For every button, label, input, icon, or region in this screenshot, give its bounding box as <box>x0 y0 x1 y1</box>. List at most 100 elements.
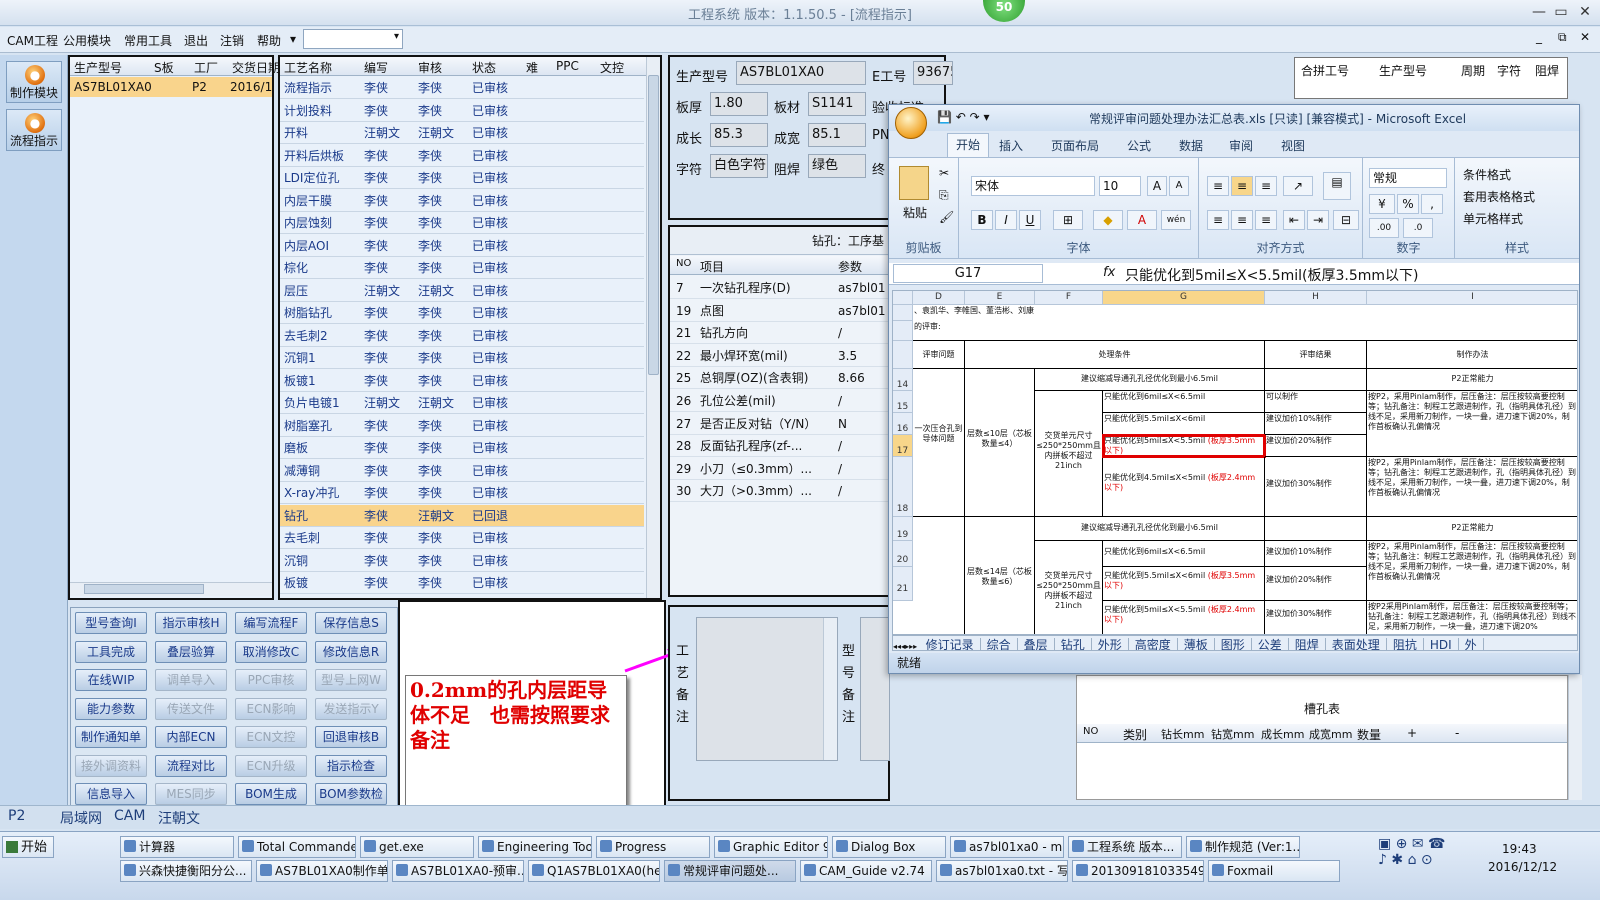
menu-common-tools[interactable]: 常用工具 <box>124 32 172 49</box>
function-button[interactable]: 编写流程F <box>235 612 307 634</box>
taskbar-button[interactable]: AS7BL01XA0-预审... <box>392 860 524 882</box>
sheet-tab[interactable]: 外形 <box>1091 638 1129 650</box>
taskbar-button[interactable]: as7bl01xa0 - mai... <box>950 836 1064 858</box>
function-button[interactable]: PPC审核 <box>235 669 307 691</box>
sheet-tab[interactable]: 阻焊 <box>1288 638 1326 650</box>
column-header[interactable]: G <box>1103 291 1265 305</box>
name-box[interactable]: G17 <box>893 264 1043 283</box>
taskbar-button[interactable]: AS7BL01XA0制作单... <box>256 860 388 882</box>
sheet-cell[interactable]: 只能优化到6mil≤X<6.5mil <box>1103 391 1265 413</box>
ribbon-tab[interactable]: 审阅 <box>1229 137 1253 154</box>
col-type[interactable]: 类别 <box>1123 726 1147 743</box>
menu-cam[interactable]: CAM工程 <box>7 32 58 49</box>
fx-icon[interactable]: fx <box>1103 265 1115 280</box>
horizontal-scrollbar[interactable] <box>70 582 272 596</box>
sheet-cell[interactable]: 评审结果 <box>1265 341 1367 369</box>
function-button[interactable]: 传送文件 <box>155 697 227 720</box>
table-row[interactable]: 内层AOI 李侠 李侠 已审核 <box>280 235 644 257</box>
ribbon-tab[interactable]: 公式 <box>1127 137 1151 154</box>
row-header[interactable] <box>893 341 913 369</box>
row-header[interactable]: 19 <box>893 517 913 541</box>
bold-button[interactable]: B <box>971 210 993 230</box>
table-row[interactable]: 去毛刺 李侠 李侠 已审核 <box>280 527 644 549</box>
italic-button[interactable]: I <box>995 210 1017 230</box>
align-center-icon[interactable]: ≡ <box>1231 210 1253 230</box>
select-all[interactable] <box>893 291 913 305</box>
field-width[interactable]: 85.1 <box>808 123 866 147</box>
col-model[interactable]: 生产型号 <box>74 59 122 76</box>
ribbon-tab[interactable]: 插入 <box>999 137 1023 154</box>
column-header[interactable]: H <box>1265 291 1367 305</box>
sheet-cell[interactable]: P2正常能力 <box>1367 517 1577 541</box>
table-format-button[interactable]: 套用表格格式 <box>1463 188 1535 205</box>
col-merge-no[interactable]: 合拼工号 <box>1301 62 1349 79</box>
table-row[interactable]: 29 小刀（≤0.3mm）... / <box>670 458 890 480</box>
field-e-number[interactable]: 936755 <box>913 61 953 85</box>
function-button[interactable]: 取消修改C <box>235 640 307 663</box>
table-row[interactable]: 去毛刺2 李侠 李侠 已审核 <box>280 325 644 347</box>
sheet-cell[interactable] <box>1265 369 1367 391</box>
sheet-tab[interactable]: 钻孔 <box>1054 638 1092 650</box>
col-final-width[interactable]: 成宽mm <box>1309 726 1352 742</box>
sheet-cell[interactable]: 只能优化到5mil≤X<5.5mil (板厚2.4mm以下) <box>1103 601 1265 634</box>
table-row[interactable]: 沉铜 李侠 李侠 已审核 <box>280 550 644 572</box>
function-button[interactable]: 型号上网W <box>315 669 387 691</box>
sheet-cell[interactable]: 建议加价30%制作 <box>1265 601 1367 634</box>
ribbon-tab[interactable]: 数据 <box>1179 137 1203 154</box>
nav-flow-instruction-button[interactable]: ● 流程指示 <box>6 109 62 151</box>
column-header[interactable]: D <box>913 291 965 305</box>
fill-color-icon[interactable]: ◆ <box>1093 210 1123 230</box>
function-button[interactable]: BOM参数检查 <box>315 783 387 821</box>
column-header[interactable]: I <box>1367 291 1577 305</box>
col-s-board[interactable]: S板 <box>154 59 174 76</box>
row-header[interactable]: 17 <box>893 435 913 457</box>
table-row[interactable]: 减薄铜 李侠 李侠 已审核 <box>280 460 644 482</box>
vertical-scrollbar[interactable] <box>646 57 660 598</box>
font-color-icon[interactable]: A <box>1127 210 1157 230</box>
function-button[interactable]: ECN文控 <box>235 726 307 748</box>
table-row[interactable]: 21 钻孔方向 / <box>670 322 890 345</box>
taskbar-button[interactable]: Engineering Tool... <box>478 836 592 858</box>
align-right-icon[interactable]: ≡ <box>1255 210 1277 230</box>
vertical-scrollbar[interactable] <box>1568 675 1582 800</box>
table-row[interactable]: 磨板 李侠 李侠 已审核 <box>280 437 644 459</box>
sheet-cell[interactable]: 建议缩减导通孔孔径优化到最小6.5mil <box>1035 369 1265 391</box>
col-final-length[interactable]: 成长mm <box>1261 726 1304 742</box>
border-icon[interactable]: ⊞ <box>1053 210 1083 230</box>
table-row[interactable]: 内层干膜 李侠 李侠 已审核 <box>280 190 644 212</box>
taskbar-button[interactable]: Dialog Box <box>832 836 946 858</box>
sheet-cell[interactable] <box>1265 517 1367 541</box>
column-header[interactable]: F <box>1035 291 1103 305</box>
minimize-button[interactable]: — <box>1528 4 1550 22</box>
taskbar-button[interactable]: Progress <box>596 836 710 858</box>
sheet-cell[interactable]: 按P2，采用Pinlam制作，层压备注：层压按较高要控制等；钻孔备注：制程工艺跟… <box>1367 457 1577 517</box>
font-size-combo[interactable]: 10 <box>1099 176 1141 196</box>
function-button[interactable]: ECN影响 <box>235 697 307 720</box>
vertical-scrollbar[interactable] <box>823 618 837 760</box>
table-row[interactable]: 板镀1 李侠 李侠 已审核 <box>280 370 644 392</box>
sheet-tab[interactable]: 外 <box>1458 638 1484 650</box>
sheet-cell[interactable]: 交货单元尺寸≤250*250mm且内拼板不超过21inch <box>1035 541 1103 634</box>
cut-icon[interactable]: ✂ <box>939 166 949 180</box>
underline-button[interactable]: U <box>1019 210 1041 230</box>
function-button[interactable]: 修改信息R <box>315 640 387 663</box>
sheet-tab[interactable]: 高密度 <box>1128 638 1178 650</box>
menu-common-module[interactable]: 公用模块 <box>63 32 111 49</box>
mdi-minimize-button[interactable]: _ <box>1536 30 1542 44</box>
field-length[interactable]: 85.3 <box>710 123 768 147</box>
sheet-tab[interactable]: 表面处理 <box>1325 638 1387 650</box>
sheet-cell[interactable]: 只能优化到4.5mil≤X<5mil (板厚2.4mm以下) <box>1103 457 1265 517</box>
table-row[interactable]: 板镀 李侠 李侠 已审核 <box>280 572 644 594</box>
function-button[interactable]: 型号查询I <box>75 612 147 634</box>
conditional-format-button[interactable]: 条件格式 <box>1463 166 1511 183</box>
col-reviewer[interactable]: 审核 <box>418 59 442 76</box>
table-row[interactable]: 层压 汪朝文 汪朝文 已审核 <box>280 280 644 302</box>
function-button[interactable]: 内部ECN <box>155 726 227 748</box>
col-quantity[interactable]: 数量 <box>1357 726 1381 743</box>
field-solder-mask[interactable]: 绿色 <box>808 154 866 178</box>
function-button[interactable]: 回退审核B <box>315 726 387 748</box>
table-row[interactable]: 负片电镀1 汪朝文 汪朝文 已审核 <box>280 392 644 414</box>
sheet-cell[interactable]: 可以制作 <box>1265 391 1367 413</box>
row-header[interactable] <box>893 305 913 321</box>
sheet-tab[interactable]: 叠层 <box>1017 638 1055 650</box>
